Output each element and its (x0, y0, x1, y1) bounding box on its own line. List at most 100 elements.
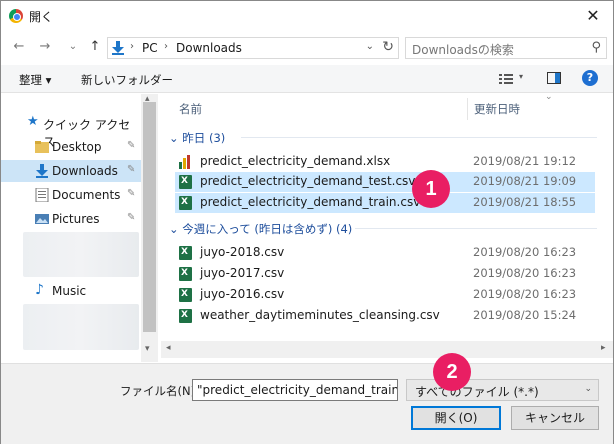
csv-icon (179, 246, 192, 260)
search-input[interactable]: Downloadsの検索 ⚲ (405, 37, 607, 59)
file-name: juyo-2016.csv (200, 287, 285, 301)
sidebar-item-pictures[interactable]: Pictures ✎ (1, 208, 141, 230)
file-date: 2019/08/21 19:09 (473, 174, 577, 188)
sidebar-scrollbar[interactable]: ▴ ▾ (141, 94, 158, 362)
group-label: 昨日 (3) (182, 131, 226, 145)
chevron-down-icon: ⌄ (584, 384, 592, 394)
open-button[interactable]: 開く(O) (411, 406, 501, 430)
group-label: 今週に入って (昨日は含めず) (4) (182, 222, 353, 236)
forward-button[interactable]: → (35, 37, 55, 57)
redacted-folder (23, 304, 139, 350)
recent-locations-button[interactable]: ⌄ (63, 37, 83, 57)
column-name[interactable]: 名前 (179, 101, 202, 117)
command-toolbar: 整理 ▾ 新しいフォルダー ▾ ? (1, 65, 613, 93)
sidebar-item-label: Downloads (52, 164, 118, 178)
chrome-icon (9, 9, 23, 23)
chevron-down-icon[interactable]: ⌄ (366, 41, 374, 52)
list-item[interactable]: predict_electricity_demand.xlsx 2019/08/… (175, 152, 595, 172)
pictures-icon (35, 214, 49, 224)
file-date: 2019/08/20 16:23 (473, 245, 577, 259)
open-file-dialog: 開く ✕ ← → ⌄ ↑ › PC › Downloads ⌄ ↻ Downlo… (0, 0, 614, 444)
collapse-icon: ⌄ (169, 222, 183, 236)
title-bar: 開く ✕ (1, 1, 613, 31)
star-icon: ★ (27, 114, 39, 129)
scroll-right-icon[interactable]: ▸ (601, 343, 606, 353)
group-divider (355, 228, 597, 229)
navigation-pane: ★ クイック アクセス Desktop ✎ Downloads ✎ Docume… (1, 94, 158, 362)
close-button[interactable]: ✕ (581, 4, 605, 28)
excel-chart-icon (179, 155, 190, 169)
up-button[interactable]: ↑ (85, 37, 105, 57)
search-icon: ⚲ (591, 40, 601, 55)
csv-icon (179, 196, 192, 210)
scroll-down-icon[interactable]: ▾ (145, 344, 150, 354)
organize-button[interactable]: 整理 ▾ (19, 72, 51, 88)
file-list: 名前 更新日時 ⌄ ⌄ 昨日 (3) predict_electricity_d… (161, 92, 613, 362)
group-header-this-week[interactable]: ⌄ 今週に入って (昨日は含めず) (4) (169, 221, 599, 237)
window-title: 開く (29, 10, 54, 24)
sidebar-item-desktop[interactable]: Desktop ✎ (1, 136, 141, 158)
sidebar-item-quick-access[interactable]: ★ クイック アクセス (1, 112, 141, 149)
search-placeholder: Downloadsの検索 (412, 43, 514, 57)
download-icon (36, 164, 48, 178)
breadcrumb-pc[interactable]: PC (142, 41, 158, 55)
csv-icon (179, 309, 192, 323)
collapse-icon: ⌄ (169, 131, 183, 145)
filename-field[interactable]: "predict_electricity_demand_train.c: (192, 379, 398, 401)
step-badge-2: 2 (433, 353, 471, 391)
file-date: 2019/08/21 19:12 (473, 154, 577, 168)
horizontal-scrollbar[interactable]: ◂ ▸ (161, 341, 613, 358)
group-divider (241, 137, 597, 138)
filetype-select[interactable]: すべてのファイル (*.*) ⌄ (406, 379, 599, 401)
new-folder-button[interactable]: 新しいフォルダー (81, 72, 173, 88)
file-date: 2019/08/20 16:23 (473, 266, 577, 280)
pin-icon[interactable]: ✎ (127, 140, 135, 151)
sidebar-item-label: Desktop (52, 140, 102, 154)
sort-caret-icon: ⌄ (545, 92, 553, 102)
redacted-folder (23, 232, 139, 277)
sidebar-item-music[interactable]: ♪ Music (1, 280, 141, 302)
sidebar-item-documents[interactable]: Documents ✎ (1, 184, 141, 206)
download-arrow-icon (112, 41, 124, 55)
file-date: 2019/08/20 15:24 (473, 308, 577, 322)
help-button[interactable]: ? (582, 70, 598, 86)
sidebar-item-label: Music (52, 284, 87, 298)
folder-icon (35, 141, 49, 153)
group-header-yesterday[interactable]: ⌄ 昨日 (3) (169, 130, 599, 146)
list-item[interactable]: juyo-2016.csv 2019/08/20 16:23 (175, 285, 595, 305)
documents-icon (35, 188, 49, 202)
cancel-button[interactable]: キャンセル (511, 406, 599, 430)
column-modified[interactable]: 更新日時 (474, 101, 520, 117)
chevron-down-icon[interactable]: ▾ (519, 72, 523, 81)
navigation-bar: ← → ⌄ ↑ › PC › Downloads ⌄ ↻ Downloadsの検… (1, 33, 613, 61)
file-name: weather_daytimeminutes_cleansing.csv (200, 308, 440, 322)
sidebar-item-label: Pictures (52, 212, 100, 226)
file-date: 2019/08/20 16:23 (473, 287, 577, 301)
scrollbar-thumb[interactable] (143, 102, 156, 332)
music-icon: ♪ (35, 282, 44, 298)
refresh-icon[interactable]: ↻ (382, 39, 394, 55)
address-bar[interactable]: › PC › Downloads ⌄ ↻ (107, 37, 399, 59)
filename-value: "predict_electricity_demand_train.c: (197, 383, 398, 397)
pin-icon[interactable]: ✎ (127, 212, 135, 223)
list-item[interactable]: predict_electricity_demand_train.csv 201… (175, 193, 595, 213)
view-options-icon[interactable] (499, 73, 513, 85)
breadcrumb-downloads[interactable]: Downloads (176, 41, 242, 55)
list-item[interactable]: juyo-2018.csv 2019/08/20 16:23 (175, 243, 595, 263)
scroll-left-icon[interactable]: ◂ (166, 343, 171, 353)
file-name: predict_electricity_demand_train.csv (200, 195, 421, 209)
sidebar-item-downloads[interactable]: Downloads ✎ (1, 160, 141, 182)
back-button[interactable]: ← (9, 37, 29, 57)
breadcrumb-separator: › (164, 41, 168, 52)
preview-pane-icon[interactable] (547, 72, 561, 84)
step-badge-1: 1 (412, 170, 450, 208)
csv-icon (179, 175, 192, 189)
list-item[interactable]: weather_daytimeminutes_cleansing.csv 201… (175, 306, 595, 326)
list-item[interactable]: predict_electricity_demand_test.csv 2019… (175, 172, 595, 192)
csv-icon (179, 288, 192, 302)
file-name: predict_electricity_demand.xlsx (200, 154, 391, 168)
list-item[interactable]: juyo-2017.csv 2019/08/20 16:23 (175, 264, 595, 284)
pin-icon[interactable]: ✎ (127, 164, 135, 175)
pin-icon[interactable]: ✎ (127, 188, 135, 199)
column-divider[interactable] (467, 98, 468, 120)
